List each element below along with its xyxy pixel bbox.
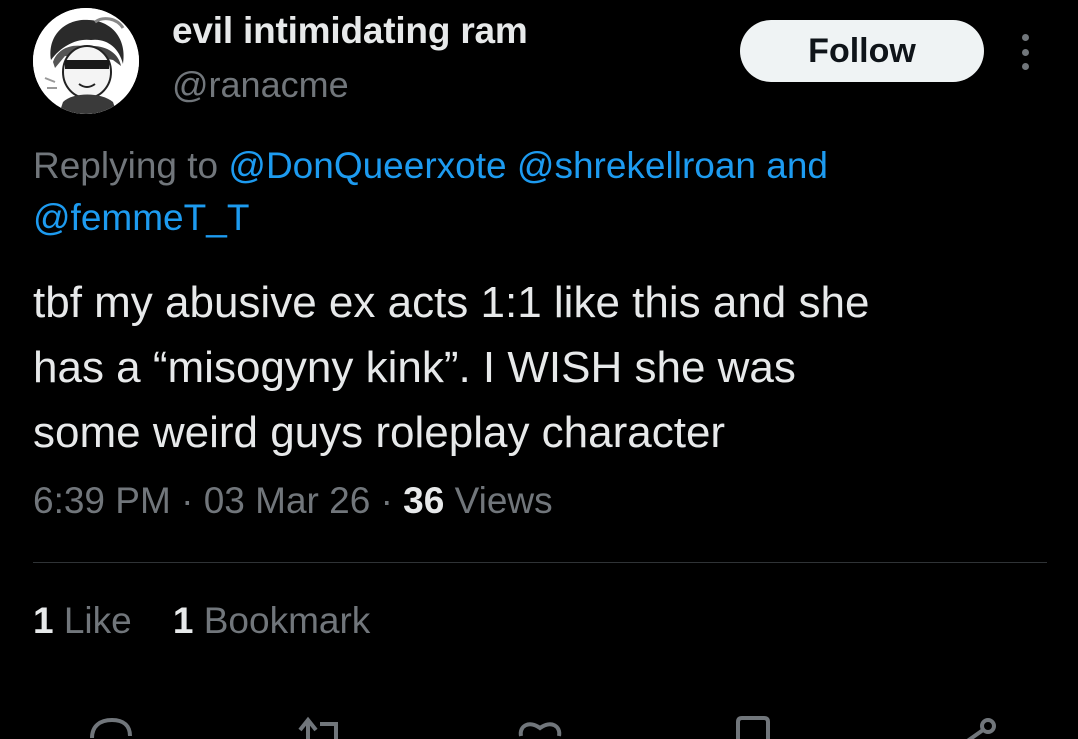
like-icon[interactable] (515, 712, 565, 739)
avatar[interactable] (33, 8, 139, 114)
tweet-text-line: tbf my abusive ex acts 1:1 like this and… (33, 278, 870, 327)
bookmarks-stat[interactable]: 1 Bookmark (173, 600, 370, 641)
replying-to-line: Replying to @DonQueerxote @shrekellroan … (33, 140, 1043, 244)
divider (33, 562, 1047, 563)
views-count: 36 (403, 480, 445, 521)
replying-to-label: Replying to (33, 145, 219, 186)
retweet-icon[interactable] (296, 712, 346, 739)
meta-separator: · (380, 480, 393, 521)
tweet-date[interactable]: 03 Mar 26 (204, 480, 371, 521)
tweet-text-line: some weird guys roleplay character (33, 408, 726, 457)
user-handle[interactable]: @ranacme (172, 64, 349, 106)
tweet-text-line: has a “misogyny kink”. I WISH she was (33, 343, 796, 392)
likes-stat[interactable]: 1 Like (33, 600, 142, 641)
more-vertical-icon[interactable] (1014, 34, 1036, 70)
avatar-image (33, 8, 139, 114)
engagement-stats: 1 Like 1 Bookmark (33, 600, 370, 642)
mention-and-others[interactable]: and (766, 145, 828, 186)
reply-icon[interactable] (86, 712, 136, 739)
follow-button[interactable]: Follow (740, 20, 984, 82)
likes-label: Like (63, 600, 132, 641)
tweet-detail: evil intimidating ram @ranacme Follow Re… (0, 0, 1078, 739)
bookmark-icon[interactable] (728, 712, 778, 739)
display-name[interactable]: evil intimidating ram (172, 10, 528, 52)
tweet-time[interactable]: 6:39 PM (33, 480, 171, 521)
tweet-text: tbf my abusive ex acts 1:1 like this and… (33, 270, 1043, 465)
mention-shrekellroan[interactable]: @shrekellroan (517, 145, 756, 186)
meta-separator: · (181, 480, 194, 521)
mention-femmet-t[interactable]: @femmeT_T (33, 197, 249, 238)
bookmarks-count: 1 (172, 600, 194, 641)
tweet-metadata: 6:39 PM · 03 Mar 26 · 36 Views (33, 480, 553, 522)
views-label: Views (454, 480, 553, 521)
share-icon[interactable] (952, 712, 1002, 739)
bookmarks-label: Bookmark (203, 600, 371, 641)
likes-count: 1 (33, 600, 54, 641)
mention-donqueerxote[interactable]: @DonQueerxote (228, 145, 506, 186)
